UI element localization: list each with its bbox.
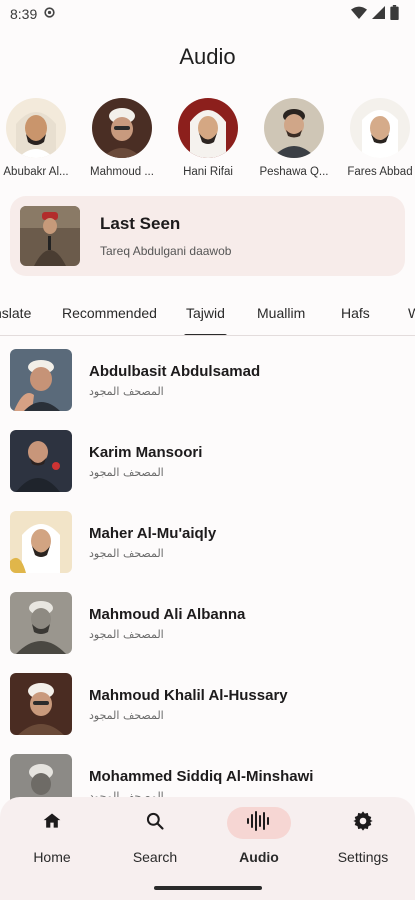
tab-muallim[interactable]: Muallim <box>257 290 305 335</box>
nav-pill <box>331 807 395 839</box>
nav-pill <box>20 807 84 839</box>
nav-audio[interactable]: Audio <box>219 807 299 865</box>
reciter-title: Karim Mansoori <box>89 443 203 461</box>
status-time: 8:39 <box>10 6 38 22</box>
last-seen-card[interactable]: Last Seen Tareq Abdulgani daawob <box>10 196 405 276</box>
settings-status-icon <box>43 6 56 22</box>
avatar <box>178 98 238 158</box>
reciter-item[interactable]: Mahmoud ... <box>82 98 162 188</box>
reciter-name: Peshawa Q... <box>259 166 329 178</box>
reciter-title: Mohammed Siddiq Al-Minshawi <box>89 767 314 785</box>
reciter-subtitle: المصحف المجود <box>89 465 164 479</box>
reciter-subtitle: المصحف المجود <box>89 708 164 722</box>
nav-settings[interactable]: Settings <box>323 807 403 865</box>
reciter-thumbnail <box>10 511 72 573</box>
reciter-name: Fares Abbad <box>347 166 413 178</box>
last-seen-title: Last Seen <box>100 214 181 233</box>
wifi-icon <box>351 6 367 23</box>
reciter-thumbnail <box>10 592 72 654</box>
avatar <box>350 98 410 158</box>
list-item-text: Mahmoud Khalil Al-Hussary المصحف المجود <box>89 687 288 722</box>
category-tabs: nslate Recommended Tajwid Muallim Hafs W <box>0 290 415 336</box>
last-seen-subtitle: Tareq Abdulgani daawob <box>100 244 232 258</box>
list-item[interactable]: Karim Mansoori المصحف المجود <box>0 421 415 501</box>
list-item-text: Karim Mansoori المصحف المجود <box>89 444 202 479</box>
reciter-name: Mahmoud ... <box>90 166 154 178</box>
nav-home[interactable]: Home <box>12 807 92 865</box>
list-item-text: Mahmoud Ali Albanna المصحف المجود <box>89 606 245 641</box>
reciter-item[interactable]: Hani Rifai <box>168 98 248 188</box>
reciter-title: Mahmoud Khalil Al-Hussary <box>89 686 288 704</box>
list-item-text: Maher Al-Mu'aiqly المصحف المجود <box>89 525 216 560</box>
reciter-subtitle: المصحف المجود <box>89 384 164 398</box>
nav-label: Audio <box>239 849 279 865</box>
reciters-row: Abubakr Al... Mahmoud ... Hani Rifai Pes… <box>0 98 415 188</box>
page-title: Audio <box>179 44 236 69</box>
signal-icon <box>372 6 385 22</box>
reciter-title: Maher Al-Mu'aiqly <box>89 524 217 542</box>
reciter-thumbnail <box>10 349 72 411</box>
last-seen-thumbnail <box>20 206 80 266</box>
reciter-name: Abubakr Al... <box>3 166 69 178</box>
status-left: 8:39 <box>10 6 56 22</box>
tab-translate[interactable]: nslate <box>0 290 31 335</box>
nav-pill <box>123 807 187 839</box>
list-item[interactable]: Maher Al-Mu'aiqly المصحف المجود <box>0 502 415 582</box>
tab-hafs[interactable]: Hafs <box>341 290 370 335</box>
home-indicator[interactable] <box>154 886 262 890</box>
audio-waveform-icon <box>246 810 272 837</box>
nav-label: Search <box>132 849 178 865</box>
home-icon <box>42 811 62 836</box>
nav-search[interactable]: Search <box>115 807 195 865</box>
status-right <box>351 5 399 23</box>
reciter-thumbnail <box>10 430 72 492</box>
avatar <box>264 98 324 158</box>
search-icon <box>145 811 165 836</box>
avatar <box>92 98 152 158</box>
tab-tajwid[interactable]: Tajwid <box>184 290 227 335</box>
gear-icon <box>352 810 374 837</box>
reciter-subtitle: المصحف المجود <box>89 546 164 560</box>
tab-next[interactable]: W <box>408 290 415 335</box>
reciter-item[interactable]: Peshawa Q... <box>254 98 334 188</box>
reciter-title: Mahmoud Ali Albanna <box>89 605 246 623</box>
list-item[interactable]: Mahmoud Khalil Al-Hussary المصحف المجود <box>0 664 415 744</box>
bottom-navigation: Home Search Audio Settings <box>0 797 415 900</box>
list-item-text: Abdulbasit Abdulsamad المصحف المجود <box>89 363 260 398</box>
list-item[interactable]: Mahmoud Ali Albanna المصحف المجود <box>0 583 415 663</box>
nav-label: Home <box>33 849 71 865</box>
reciter-title: Abdulbasit Abdulsamad <box>89 362 261 380</box>
reciter-thumbnail <box>10 673 72 735</box>
last-seen-text: Last Seen Tareq Abdulgani daawob <box>100 214 231 258</box>
reciter-item[interactable]: Fares Abbad <box>340 98 415 188</box>
status-bar: 8:39 <box>0 0 415 28</box>
list-item[interactable]: Abdulbasit Abdulsamad المصحف المجود <box>0 340 415 420</box>
reciter-subtitle: المصحف المجود <box>89 627 164 641</box>
reciter-item[interactable]: Abubakr Al... <box>0 98 76 188</box>
nav-label: Settings <box>337 849 389 865</box>
avatar <box>6 98 66 158</box>
tab-recommended[interactable]: Recommended <box>62 290 157 335</box>
nav-pill <box>227 807 291 839</box>
battery-icon <box>390 5 399 23</box>
reciter-name: Hani Rifai <box>183 166 233 178</box>
